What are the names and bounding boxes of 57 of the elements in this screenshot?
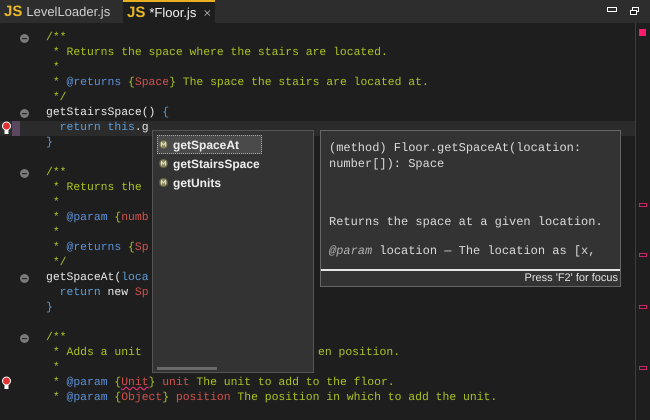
tab-label: LevelLoader.js	[26, 2, 110, 21]
param-description: @param location — The location as [x,	[329, 243, 596, 259]
code-line: return this.g	[58, 120, 149, 136]
code-line: *	[52, 60, 60, 76]
method-icon	[159, 159, 168, 168]
completion-item[interactable]: getUnits	[157, 173, 262, 192]
error-bulb-icon[interactable]	[2, 376, 11, 390]
code-line: return new Sp	[58, 286, 149, 301]
tab-label: *Floor.js	[149, 4, 196, 22]
editor-tab[interactable]: JS *Floor.js	[123, 0, 215, 23]
error-bulb-icon[interactable]	[2, 121, 11, 135]
code-line: */	[52, 256, 67, 271]
restore-icon[interactable]	[630, 7, 639, 15]
code-line: *	[52, 196, 60, 211]
collapse-icon[interactable]	[20, 169, 29, 178]
code-line: en position.	[318, 346, 400, 361]
code-line: /**	[46, 330, 67, 346]
error-ruler-marker[interactable]	[639, 366, 647, 370]
error-ruler-marker[interactable]	[639, 253, 647, 257]
code-line: /**	[46, 30, 67, 46]
focus-hint: Press 'F2' for focus	[524, 271, 618, 286]
error-ruler-marker[interactable]	[639, 305, 647, 309]
method-signature: (method) Floor.getSpaceAt(location:	[329, 140, 582, 156]
code-line: * Returns the space where the stairs are located.	[52, 46, 388, 61]
code-line: getSpaceAt(loca	[46, 270, 149, 286]
code-line: * @param {Object} position The position in which to add the unit.	[52, 390, 498, 406]
code-line: * Returns the	[52, 180, 142, 196]
js-file-icon: JS	[4, 4, 22, 19]
code-line: * @param {Unit} unit The unit to add to the floor.	[52, 376, 395, 391]
method-signature: number[]): Space	[329, 156, 444, 172]
error-overview-marker[interactable]	[639, 29, 646, 36]
code-line: getStairsSpace() {	[46, 106, 170, 121]
code-line: }	[46, 300, 53, 316]
code-line: *	[52, 226, 60, 241]
close-icon[interactable]	[204, 8, 211, 18]
completion-item[interactable]: getStairsSpace	[157, 154, 262, 173]
code-line: *	[52, 360, 60, 376]
code-line: }	[46, 136, 53, 151]
code-line: * @param {numb	[52, 210, 149, 226]
method-icon	[159, 178, 168, 187]
minimize-icon[interactable]	[607, 7, 617, 12]
code-line: */	[52, 90, 67, 106]
editor-tab[interactable]: JS LevelLoader.js	[0, 0, 123, 23]
error-ruler-marker[interactable]	[639, 203, 647, 207]
collapse-icon[interactable]	[20, 334, 29, 343]
method-description: Returns the space at a given location.	[329, 214, 603, 230]
collapse-icon[interactable]	[20, 274, 29, 283]
code-line: * Adds a unit	[52, 346, 142, 361]
completion-item[interactable]: getSpaceAt	[157, 135, 262, 154]
js-file-icon: JS	[127, 5, 146, 20]
code-line: * @returns {Space} The space the stairs are located at.	[52, 76, 429, 91]
collapse-icon[interactable]	[20, 34, 29, 43]
code-line: /**	[46, 166, 67, 181]
collapse-icon[interactable]	[20, 109, 29, 118]
code-line: * @returns {Sp	[52, 240, 149, 256]
method-icon	[159, 140, 168, 149]
horizontal-scrollbar[interactable]	[157, 367, 217, 370]
